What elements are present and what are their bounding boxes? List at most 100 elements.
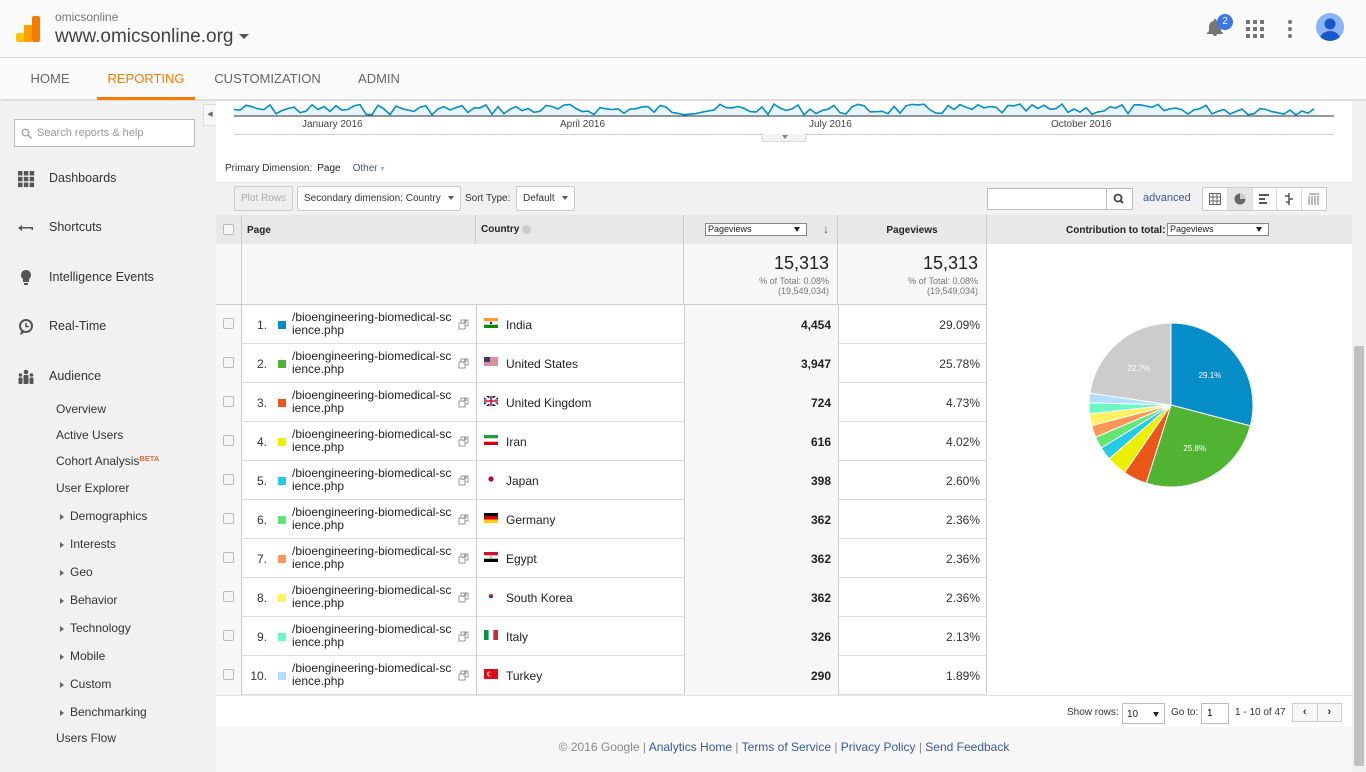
- external-link-icon[interactable]: [458, 319, 469, 330]
- footer-link-analytics-home[interactable]: Analytics Home: [649, 740, 732, 754]
- sidebar-subitem-demographics[interactable]: Demographics: [56, 509, 147, 523]
- column-header-page[interactable]: Page: [242, 215, 476, 244]
- column-header-pageviews[interactable]: Pageviews: [838, 215, 987, 244]
- advanced-filter-link[interactable]: advanced: [1143, 192, 1191, 204]
- page-link[interactable]: /bioengineering-biomedical-sc ience.php: [292, 623, 462, 649]
- sidebar-subitem-users-flow[interactable]: Users Flow: [56, 731, 116, 745]
- country-name[interactable]: United States: [506, 357, 578, 371]
- page-link[interactable]: /bioengineering-biomedical-sc ience.php: [292, 506, 462, 532]
- sidebar-item-intelligence-events[interactable]: Intelligence Events: [0, 266, 216, 290]
- scrollbar-thumb[interactable]: [1354, 346, 1364, 766]
- sidebar-subitem-cohort-analysis[interactable]: Cohort AnalysisBETA: [56, 454, 159, 468]
- prev-page-button[interactable]: ‹: [1293, 704, 1318, 721]
- row-checkbox[interactable]: [223, 552, 234, 563]
- tab-customization[interactable]: CUSTOMIZATION: [210, 58, 325, 100]
- table-filter-input[interactable]: [987, 188, 1107, 210]
- country-name[interactable]: Germany: [506, 513, 555, 527]
- remove-dimension-icon[interactable]: [522, 224, 532, 234]
- page-link[interactable]: /bioengineering-biomedical-sc ience.php: [292, 350, 462, 376]
- country-name[interactable]: Egypt: [506, 552, 537, 566]
- row-checkbox[interactable]: [223, 513, 234, 524]
- sidebar-subitem-mobile[interactable]: Mobile: [56, 649, 105, 663]
- external-link-icon[interactable]: [458, 553, 469, 564]
- external-link-icon[interactable]: [458, 397, 469, 408]
- user-avatar[interactable]: [1316, 13, 1344, 41]
- country-name[interactable]: Turkey: [506, 669, 542, 683]
- footer-link-feedback[interactable]: Send Feedback: [925, 740, 1009, 754]
- external-link-icon[interactable]: [458, 592, 469, 603]
- filter-search-button[interactable]: [1107, 188, 1133, 210]
- more-vert-icon[interactable]: [1286, 19, 1294, 39]
- external-link-icon[interactable]: [458, 514, 469, 525]
- country-name[interactable]: South Korea: [506, 591, 573, 605]
- sidebar-subitem-user-explorer[interactable]: User Explorer: [56, 481, 129, 495]
- metric-select[interactable]: Pageviews: [705, 223, 807, 236]
- page-scrollbar[interactable]: [1352, 101, 1366, 772]
- sidebar-subitem-geo[interactable]: Geo: [56, 565, 93, 579]
- expand-chart-handle[interactable]: [762, 134, 806, 142]
- sidebar-subitem-custom[interactable]: Custom: [56, 677, 111, 691]
- sidebar-item-dashboards[interactable]: Dashboards: [0, 167, 216, 191]
- tab-home[interactable]: HOME: [18, 58, 82, 100]
- sidebar-item-shortcuts[interactable]: Shortcuts: [0, 216, 216, 240]
- country-name[interactable]: Iran: [506, 435, 527, 449]
- show-rows-select[interactable]: 10: [1122, 703, 1165, 724]
- next-page-button[interactable]: ›: [1318, 704, 1342, 721]
- sort-type-select[interactable]: Default: [516, 186, 575, 211]
- sidebar-subitem-active-users[interactable]: Active Users: [56, 428, 123, 442]
- row-checkbox[interactable]: [223, 669, 234, 680]
- page-link[interactable]: /bioengineering-biomedical-sc ience.php: [292, 311, 462, 337]
- row-checkbox[interactable]: [223, 318, 234, 329]
- sidebar-item-audience[interactable]: Audience: [0, 365, 216, 389]
- sidebar-subitem-interests[interactable]: Interests: [56, 537, 116, 551]
- sidebar-subitem-benchmarking[interactable]: Benchmarking: [56, 705, 147, 719]
- primary-dimension-page[interactable]: Page: [317, 163, 340, 174]
- sidebar-subitem-behavior[interactable]: Behavior: [56, 593, 117, 607]
- goto-page-input[interactable]: [1201, 703, 1229, 724]
- page-link[interactable]: /bioengineering-biomedical-sc ience.php: [292, 545, 462, 571]
- country-name[interactable]: Italy: [506, 630, 528, 644]
- country-name[interactable]: United Kingdom: [506, 396, 591, 410]
- property-selector[interactable]: www.omicsonline.org: [55, 26, 250, 48]
- column-header-country[interactable]: Country: [476, 215, 684, 244]
- apps-grid-icon[interactable]: [1246, 20, 1264, 38]
- row-checkbox[interactable]: [223, 396, 234, 407]
- external-link-icon[interactable]: [458, 475, 469, 486]
- select-all-checkbox[interactable]: [223, 224, 234, 235]
- sidebar-subitem-overview[interactable]: Overview: [56, 402, 106, 416]
- page-link[interactable]: /bioengineering-biomedical-sc ience.php: [292, 467, 462, 493]
- row-checkbox[interactable]: [223, 357, 234, 368]
- country-name[interactable]: Japan: [506, 474, 539, 488]
- view-comparison-button[interactable]: [1277, 188, 1303, 210]
- country-name[interactable]: India: [506, 318, 532, 332]
- search-reports-input[interactable]: Search reports & help: [14, 119, 195, 147]
- collapse-sidebar-button[interactable]: ◀: [203, 104, 216, 126]
- contribution-metric-select[interactable]: Pageviews: [1167, 223, 1269, 236]
- external-link-icon[interactable]: [458, 358, 469, 369]
- page-link[interactable]: /bioengineering-biomedical-sc ience.php: [292, 584, 462, 610]
- sort-desc-arrow-icon[interactable]: ↓: [823, 222, 829, 236]
- timeline-sparkline[interactable]: [234, 101, 1334, 136]
- view-table-button[interactable]: [1203, 188, 1228, 210]
- external-link-icon[interactable]: [458, 436, 469, 447]
- plot-rows-button[interactable]: Plot Rows: [234, 186, 294, 211]
- row-checkbox[interactable]: [223, 630, 234, 641]
- tab-reporting[interactable]: REPORTING: [97, 58, 195, 100]
- page-link[interactable]: /bioengineering-biomedical-sc ience.php: [292, 662, 462, 688]
- footer-link-privacy[interactable]: Privacy Policy: [841, 740, 916, 754]
- tab-admin[interactable]: ADMIN: [345, 58, 413, 100]
- view-pivot-button[interactable]: [1302, 188, 1326, 210]
- sidebar-subitem-technology[interactable]: Technology: [56, 621, 131, 635]
- external-link-icon[interactable]: [458, 670, 469, 681]
- page-link[interactable]: /bioengineering-biomedical-sc ience.php: [292, 389, 462, 415]
- row-checkbox[interactable]: [223, 435, 234, 446]
- view-pie-button[interactable]: [1227, 188, 1253, 210]
- secondary-dimension-select[interactable]: Secondary dimension: Country: [297, 186, 461, 211]
- view-performance-button[interactable]: [1253, 188, 1278, 210]
- primary-dimension-other[interactable]: Other ▾: [353, 163, 385, 174]
- external-link-icon[interactable]: [458, 631, 469, 642]
- footer-link-terms[interactable]: Terms of Service: [742, 740, 831, 754]
- row-checkbox[interactable]: [223, 591, 234, 602]
- row-checkbox[interactable]: [223, 474, 234, 485]
- page-link[interactable]: /bioengineering-biomedical-sc ience.php: [292, 428, 462, 454]
